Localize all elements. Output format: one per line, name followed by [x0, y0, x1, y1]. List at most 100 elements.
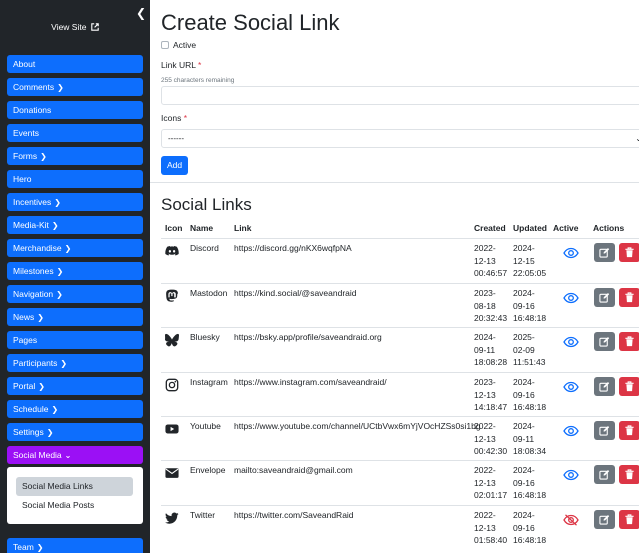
add-button[interactable]: Add — [161, 156, 188, 175]
eye-icon[interactable] — [563, 291, 579, 304]
sidebar-item-milestones[interactable]: Milestones ❯ — [7, 262, 143, 280]
chevron-right-icon: ❯ — [51, 221, 59, 230]
active-label: Active — [173, 40, 197, 50]
page-title: Create Social Link — [161, 10, 340, 35]
delete-button[interactable] — [619, 243, 639, 262]
sidebar-item-label: Hero — [13, 174, 32, 184]
sidebar-item-label: About — [13, 59, 36, 69]
row-created: 12-13 — [474, 477, 496, 488]
edit-button[interactable] — [594, 332, 615, 351]
chevron-right-icon: ❯ — [56, 290, 63, 299]
sidebar-item-comments[interactable]: Comments ❯ — [7, 78, 143, 96]
link-url-input[interactable] — [161, 86, 639, 105]
sidebar-item-label: Comments — [13, 82, 55, 92]
trash-icon — [625, 425, 634, 436]
sidebar-item-media-kit[interactable]: Media-Kit ❯ — [7, 216, 143, 234]
active-checkbox-row[interactable]: Active — [161, 40, 196, 50]
delete-button[interactable] — [619, 377, 639, 396]
row-name: Bluesky — [190, 332, 220, 342]
edit-button[interactable] — [594, 377, 615, 396]
eye-icon[interactable] — [563, 380, 579, 393]
row-updated: 2024- — [513, 465, 535, 475]
icons-select[interactable]: ------ ⌄ — [161, 129, 639, 148]
sidebar-item-incentives[interactable]: Incentives ❯ — [7, 193, 143, 211]
eye-icon[interactable] — [563, 424, 579, 437]
sidebar-item-hero[interactable]: Hero — [7, 170, 143, 188]
active-checkbox[interactable] — [161, 41, 169, 49]
row-created: 2022- — [474, 243, 496, 253]
row-divider — [161, 372, 639, 373]
sidebar-item-label: Events — [13, 128, 39, 138]
trash-icon — [625, 292, 634, 303]
view-site-link[interactable]: View Site — [0, 22, 150, 32]
edit-button[interactable] — [594, 510, 615, 529]
row-updated: 09-16 — [513, 389, 535, 400]
sidebar-item-about[interactable]: About — [7, 55, 143, 73]
delete-button[interactable] — [619, 288, 639, 307]
chevron-right-icon: ❯ — [54, 198, 61, 207]
sidebar-item-donations[interactable]: Donations — [7, 101, 143, 119]
delete-button[interactable] — [619, 332, 639, 351]
delete-button[interactable] — [619, 510, 639, 529]
sidebar-item-portal[interactable]: Portal ❯ — [7, 377, 143, 395]
submenu-item-social-media-links[interactable]: Social Media Links — [16, 477, 133, 496]
column-header-link: Link — [234, 223, 252, 233]
sidebar-item-label: Incentives — [13, 197, 52, 207]
sidebar-item-merchandise[interactable]: Merchandise ❯ — [7, 239, 143, 257]
sidebar-item-label: Forms — [13, 151, 38, 161]
edit-button[interactable] — [594, 465, 615, 484]
view-site-label: View Site — [51, 22, 87, 32]
trash-icon — [625, 336, 634, 347]
row-divider — [161, 460, 639, 461]
delete-button[interactable] — [619, 465, 639, 484]
row-created: 12-13 — [474, 433, 496, 444]
delete-button[interactable] — [619, 421, 639, 440]
eye-slash-icon[interactable] — [563, 513, 579, 526]
edit-button[interactable] — [594, 288, 615, 307]
row-link: https://discord.gg/nKX6wqfpNA — [234, 243, 352, 253]
row-created: 2023- — [474, 288, 496, 298]
chevron-right-icon: ❯ — [57, 83, 64, 92]
row-updated: 09-16 — [513, 300, 535, 311]
divider — [150, 182, 639, 183]
sidebar-item-events[interactable]: Events — [7, 124, 143, 142]
collapse-sidebar-chevron-icon[interactable]: ❮ — [136, 6, 146, 20]
row-created: 09-11 — [474, 344, 496, 355]
sidebar-item-news[interactable]: News ❯ — [7, 308, 143, 326]
edit-button[interactable] — [594, 421, 615, 440]
sidebar-item-navigation[interactable]: Navigation ❯ — [7, 285, 143, 303]
sidebar-item-participants[interactable]: Participants ❯ — [7, 354, 143, 372]
row-created: 2023- — [474, 377, 496, 387]
sidebar-item-social-media[interactable]: Social Media ⌄ — [7, 446, 143, 464]
row-created: 02:01:17 — [474, 490, 508, 500]
edit-icon — [599, 248, 610, 258]
sidebar-item-label: Pages — [13, 335, 38, 345]
submenu-item-social-media-posts[interactable]: Social Media Posts — [16, 496, 133, 515]
chevron-right-icon: ❯ — [40, 152, 47, 161]
sidebar-item-pages[interactable]: Pages — [7, 331, 143, 349]
row-updated: 09-16 — [513, 477, 535, 488]
social-media-submenu: Social Media Links Social Media Posts — [7, 467, 143, 524]
sidebar-item-settings[interactable]: Settings ❯ — [7, 423, 143, 441]
trash-icon — [625, 469, 634, 480]
row-name: Twitter — [190, 510, 216, 520]
row-updated: 09-11 — [513, 433, 535, 444]
edit-icon — [599, 515, 610, 525]
sidebar-item-team[interactable]: Team ❯ — [7, 538, 143, 553]
edit-icon — [599, 426, 610, 436]
eye-icon[interactable] — [563, 468, 579, 481]
row-updated: 2024- — [513, 288, 535, 298]
chevron-right-icon: ❯ — [37, 313, 44, 322]
row-created: 2024- — [474, 332, 496, 342]
chevron-down-icon: ⌄ — [64, 451, 72, 460]
chevron-right-icon: ❯ — [60, 359, 68, 368]
sidebar-item-forms[interactable]: Forms ❯ — [7, 147, 143, 165]
row-divider — [161, 327, 639, 328]
eye-icon[interactable] — [563, 246, 579, 259]
row-updated: 09-16 — [513, 522, 535, 533]
icons-label: Icons * — [161, 113, 188, 123]
edit-button[interactable] — [594, 243, 615, 262]
sidebar-item-schedule[interactable]: Schedule ❯ — [7, 400, 143, 418]
sidebar-item-label: Schedule — [13, 404, 49, 414]
eye-icon[interactable] — [563, 335, 579, 348]
